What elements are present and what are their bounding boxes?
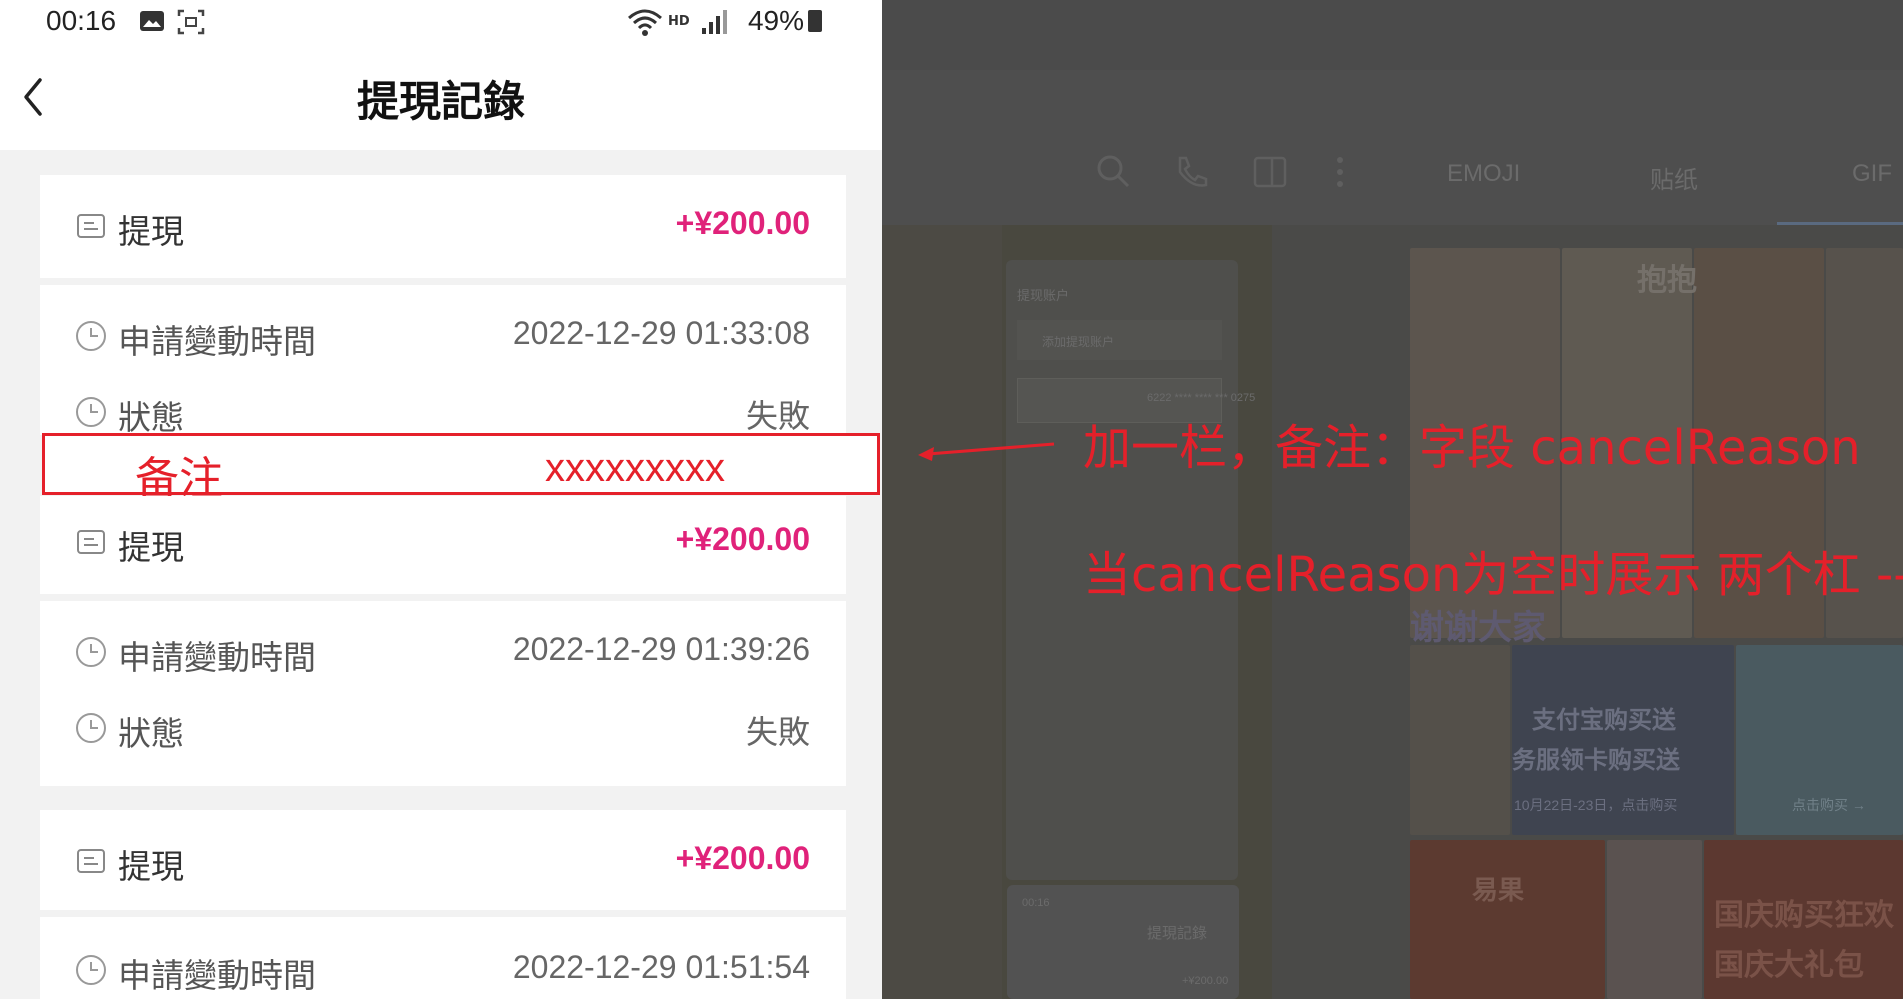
signal-icon <box>702 10 727 34</box>
time-label: 申請變動時間 <box>118 638 316 677</box>
bg-gif-text: 务服领卡购买送 <box>1512 747 1680 774</box>
battery-icon <box>808 10 822 32</box>
bg-chat-side <box>882 225 1002 999</box>
bg-gif-text: 10月22日-23日，点击购买 <box>1514 797 1678 813</box>
bg-mini-amount: +¥200.00 <box>1182 975 1229 987</box>
bg-field-label: 提现账户 <box>1017 288 1070 303</box>
bg-gif-tile <box>1410 840 1605 999</box>
nav-bar: 提現記錄 <box>0 44 882 150</box>
bg-gif-tile <box>1410 645 1510 835</box>
bg-gif-text: 易果 <box>1472 875 1525 905</box>
bg-toolbar <box>882 70 1903 225</box>
record-type-label: 提現 <box>118 212 184 251</box>
bg-gif-text: 抱抱 <box>1637 264 1697 297</box>
bg-tab-emoji: EMOJI <box>1447 160 1521 187</box>
status-label: 狀態 <box>118 714 184 753</box>
record-detail-card: 申請變動時間 2022-12-29 01:39:26 狀態 失敗 <box>40 601 846 786</box>
background-desktop: EMOJI 贴纸 GIF 提现账户 添加提现账户 6222 **** **** … <box>882 0 1903 999</box>
record-detail-card: 申請變動時間 2022-12-29 01:33:08 狀態 失敗 <box>40 285 846 437</box>
wifi-icon <box>628 9 662 36</box>
bg-gif-text: 点击购买 → <box>1792 797 1866 813</box>
bg-titlebar <box>882 0 1903 70</box>
bg-tab-sticker: 贴纸 <box>1650 167 1698 194</box>
note-row-annotation: 备注 xxxxxxxxx <box>42 433 880 504</box>
bg-gif-text: 国庆大礼包 <box>1714 949 1864 982</box>
record-amount: +¥200.00 <box>675 840 810 876</box>
search-icon <box>1097 155 1130 188</box>
clock-icon <box>76 637 106 667</box>
time-value: 2022-12-29 01:33:08 <box>512 315 810 351</box>
record-type-label: 提現 <box>118 847 184 886</box>
status-value: 失敗 <box>745 398 810 434</box>
status-time: 00:16 <box>46 5 117 36</box>
time-value: 2022-12-29 01:51:54 <box>512 949 810 985</box>
withdraw-icon <box>77 214 105 238</box>
withdraw-icon <box>77 530 105 554</box>
status-value: 失敗 <box>745 714 810 750</box>
more-icon <box>1337 157 1343 187</box>
record-amount: +¥200.00 <box>675 521 810 557</box>
phone-icon <box>1178 156 1208 187</box>
time-label: 申請變動時間 <box>118 956 316 995</box>
record-detail-card: 申請變動時間 2022-12-29 01:51:54 <box>40 917 846 999</box>
record-amount: +¥200.00 <box>675 205 810 241</box>
record-header-card[interactable]: 提現 +¥200.00 <box>40 496 846 594</box>
time-label: 申請變動時間 <box>118 322 316 361</box>
phone-screen: 00:16 HD 49% 提現記錄 提現 +¥200.00 申請變動時間 202… <box>0 0 882 999</box>
bg-mini-time: 00:16 <box>1022 897 1050 909</box>
bg-field-placeholder: 添加提现账户 <box>1042 335 1115 349</box>
screenshot-icon <box>177 9 205 35</box>
note-value: xxxxxxxxx <box>545 446 725 490</box>
panel-icon <box>1253 156 1287 188</box>
withdraw-icon <box>77 849 105 873</box>
time-value: 2022-12-29 01:39:26 <box>512 631 810 667</box>
bg-gif-text: 谢谢大家 <box>1410 609 1546 647</box>
bg-card-number: 6222 **** **** *** 0275 <box>1147 392 1256 404</box>
record-header-card[interactable]: 提現 +¥200.00 <box>40 175 846 278</box>
bg-mini-title: 提現記錄 <box>1147 925 1208 942</box>
battery-percent: 49% <box>747 5 804 36</box>
record-type-label: 提現 <box>118 528 184 567</box>
bg-gif-text: 国庆购买狂欢 <box>1714 899 1894 932</box>
hd-icon: HD <box>668 14 690 29</box>
clock-icon <box>76 713 106 743</box>
bg-gif-tile <box>1607 840 1702 999</box>
annotation-text-2: 当cancelReason为空时展示 两个杠 -- <box>1083 547 1903 603</box>
record-header-card[interactable]: 提現 +¥200.00 <box>40 810 846 910</box>
bg-tab-gif: GIF <box>1852 160 1892 187</box>
status-bar: 00:16 HD 49% <box>0 0 882 44</box>
bg-gif-text: 支付宝购买送 <box>1532 707 1676 734</box>
clock-icon <box>76 955 106 985</box>
clock-icon <box>76 321 106 351</box>
status-label: 狀態 <box>118 398 184 437</box>
annotation-arrow <box>918 442 1055 461</box>
gallery-icon <box>140 11 164 31</box>
page-title: 提現記錄 <box>356 77 525 126</box>
annotation-text-1: 加一栏，备注：字段 cancelReason <box>1083 420 1861 476</box>
battery-status: 49% <box>748 5 822 37</box>
clock-icon <box>76 397 106 427</box>
